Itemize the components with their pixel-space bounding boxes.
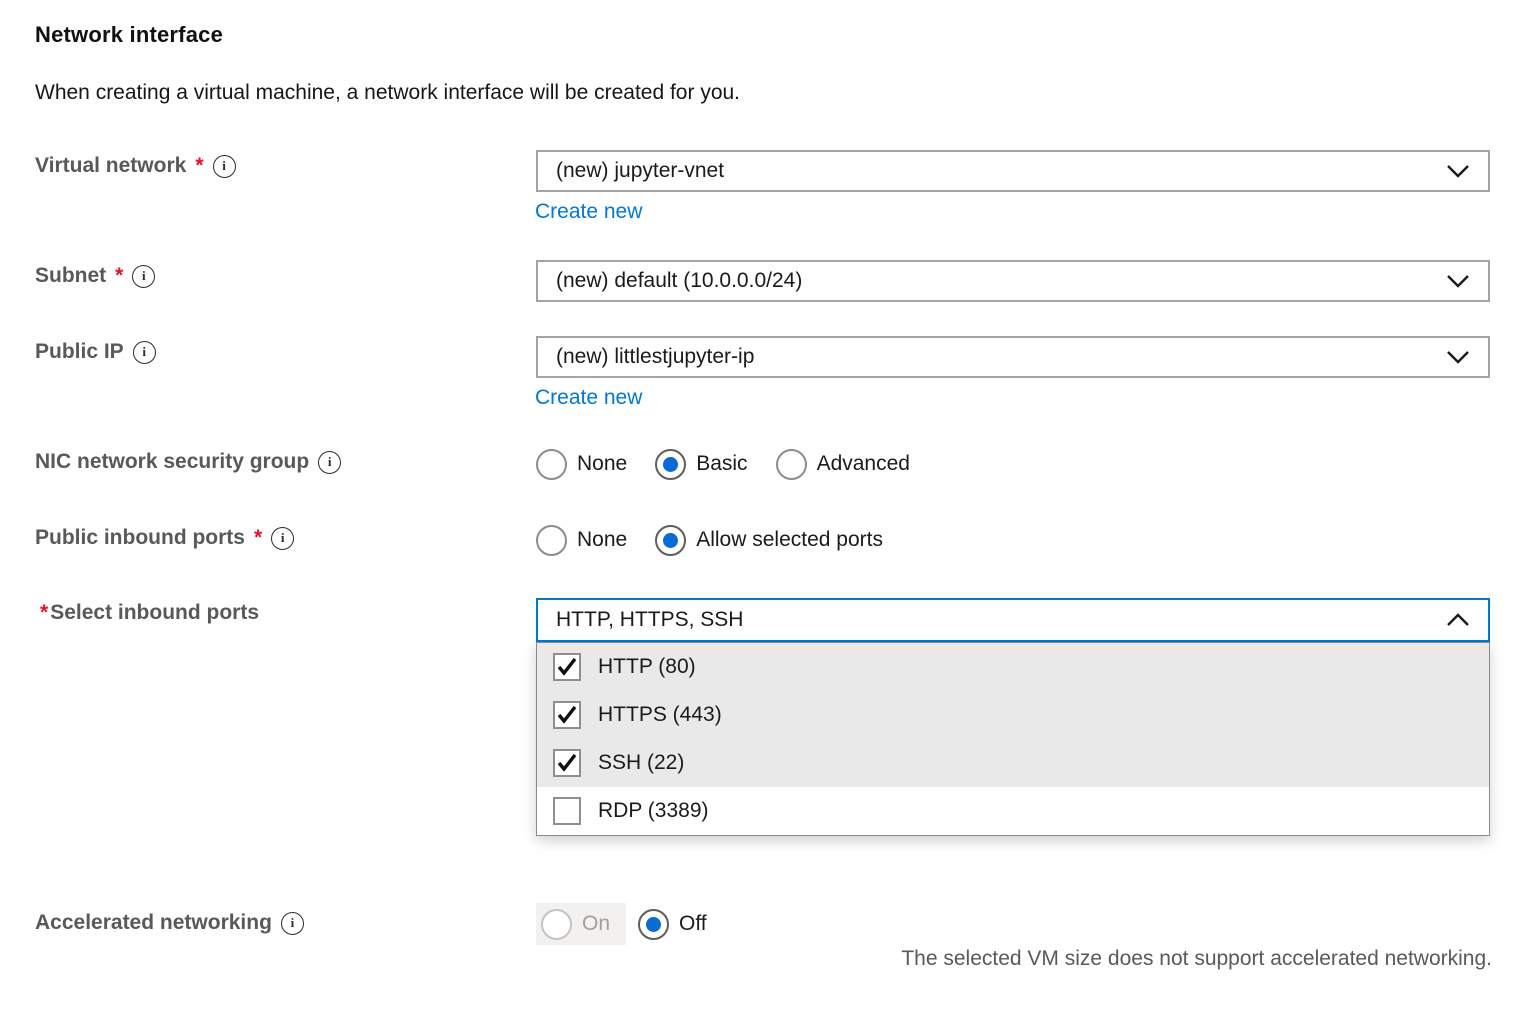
info-icon[interactable]: i	[133, 341, 156, 364]
checkbox-label: HTTPS (443)	[598, 703, 722, 727]
public-inbound-ports-label-text: Public inbound ports	[35, 526, 245, 550]
accelerated-networking-on-option: On	[536, 903, 626, 945]
nic-nsg-option-basic[interactable]: Basic	[655, 449, 747, 480]
required-asterisk: *	[40, 601, 48, 625]
virtual-network-dropdown[interactable]: (new) jupyter-vnet	[536, 150, 1490, 192]
nic-nsg-radio-group: None Basic Advanced	[536, 447, 910, 481]
select-inbound-ports-value: HTTP, HTTPS, SSH	[556, 608, 1446, 632]
checkbox-icon	[553, 749, 581, 777]
accelerated-networking-control: On Off	[536, 903, 707, 945]
radio-icon	[638, 909, 669, 940]
select-inbound-ports-label: * Select inbound ports	[40, 601, 259, 625]
radio-icon	[536, 449, 567, 480]
page-title: Network interface	[35, 22, 223, 48]
info-icon[interactable]: i	[271, 527, 294, 550]
checkbox-label: HTTP (80)	[598, 655, 696, 679]
inbound-port-option-rdp[interactable]: RDP (3389)	[537, 787, 1489, 835]
chevron-down-icon	[1446, 164, 1470, 178]
radio-icon	[536, 525, 567, 556]
select-inbound-ports-combobox[interactable]: HTTP, HTTPS, SSH	[536, 598, 1490, 642]
public-inbound-ports-option-allow-selected[interactable]: Allow selected ports	[655, 525, 883, 556]
chevron-down-icon	[1446, 274, 1470, 288]
nic-nsg-label-text: NIC network security group	[35, 450, 309, 474]
info-icon[interactable]: i	[132, 265, 155, 288]
page-description: When creating a virtual machine, a netwo…	[35, 81, 740, 105]
radio-label: None	[577, 452, 627, 476]
subnet-label-text: Subnet	[35, 264, 106, 288]
radio-icon	[776, 449, 807, 480]
network-interface-section: Network interface When creating a virtua…	[0, 0, 1532, 1024]
public-inbound-ports-radio-group: None Allow selected ports	[536, 523, 883, 557]
public-inbound-ports-option-none[interactable]: None	[536, 525, 627, 556]
radio-label: Basic	[696, 452, 747, 476]
chevron-down-icon	[1446, 350, 1470, 364]
info-icon[interactable]: i	[318, 451, 341, 474]
nic-nsg-label: NIC network security group i	[35, 450, 341, 474]
public-ip-dropdown[interactable]: (new) littlestjupyter-ip	[536, 336, 1490, 378]
public-inbound-ports-label: Public inbound ports * i	[35, 526, 294, 550]
subnet-value: (new) default (10.0.0.0/24)	[556, 269, 1446, 293]
accelerated-networking-label-text: Accelerated networking	[35, 911, 272, 935]
subnet-dropdown[interactable]: (new) default (10.0.0.0/24)	[536, 260, 1490, 302]
chevron-up-icon	[1446, 613, 1470, 627]
subnet-label: Subnet * i	[35, 264, 155, 288]
radio-label: Advanced	[817, 452, 910, 476]
required-asterisk: *	[254, 526, 262, 550]
virtual-network-create-new-link[interactable]: Create new	[535, 200, 642, 224]
checkbox-icon	[553, 701, 581, 729]
accelerated-networking-off-option[interactable]: Off	[638, 909, 707, 940]
public-ip-value: (new) littlestjupyter-ip	[556, 345, 1446, 369]
accelerated-networking-label: Accelerated networking i	[35, 911, 304, 935]
virtual-network-label: Virtual network * i	[35, 154, 236, 178]
public-ip-create-new-link[interactable]: Create new	[535, 386, 642, 410]
select-inbound-ports-label-text: Select inbound ports	[50, 601, 259, 625]
accelerated-networking-note: The selected VM size does not support ac…	[901, 947, 1492, 971]
checkbox-label: SSH (22)	[598, 751, 684, 775]
public-ip-label: Public IP i	[35, 340, 156, 364]
inbound-port-option-ssh[interactable]: SSH (22)	[537, 739, 1489, 787]
inbound-port-option-http[interactable]: HTTP (80)	[537, 643, 1489, 691]
radio-icon	[541, 909, 572, 940]
radio-label: Off	[679, 912, 707, 936]
radio-label: Allow selected ports	[696, 528, 883, 552]
checkbox-icon	[553, 653, 581, 681]
radio-icon	[655, 525, 686, 556]
info-icon[interactable]: i	[213, 155, 236, 178]
inbound-port-option-https[interactable]: HTTPS (443)	[537, 691, 1489, 739]
nic-nsg-option-advanced[interactable]: Advanced	[776, 449, 910, 480]
info-icon[interactable]: i	[281, 912, 304, 935]
radio-label: None	[577, 528, 627, 552]
radio-label: On	[582, 912, 610, 936]
nic-nsg-option-none[interactable]: None	[536, 449, 627, 480]
radio-icon	[655, 449, 686, 480]
public-ip-label-text: Public IP	[35, 340, 124, 364]
required-asterisk: *	[115, 264, 123, 288]
checkbox-icon	[553, 797, 581, 825]
virtual-network-value: (new) jupyter-vnet	[556, 159, 1446, 183]
inbound-ports-listbox: HTTP (80) HTTPS (443) SSH (22) RDP (3389…	[536, 642, 1490, 836]
virtual-network-label-text: Virtual network	[35, 154, 186, 178]
checkbox-label: RDP (3389)	[598, 799, 709, 823]
required-asterisk: *	[195, 154, 203, 178]
